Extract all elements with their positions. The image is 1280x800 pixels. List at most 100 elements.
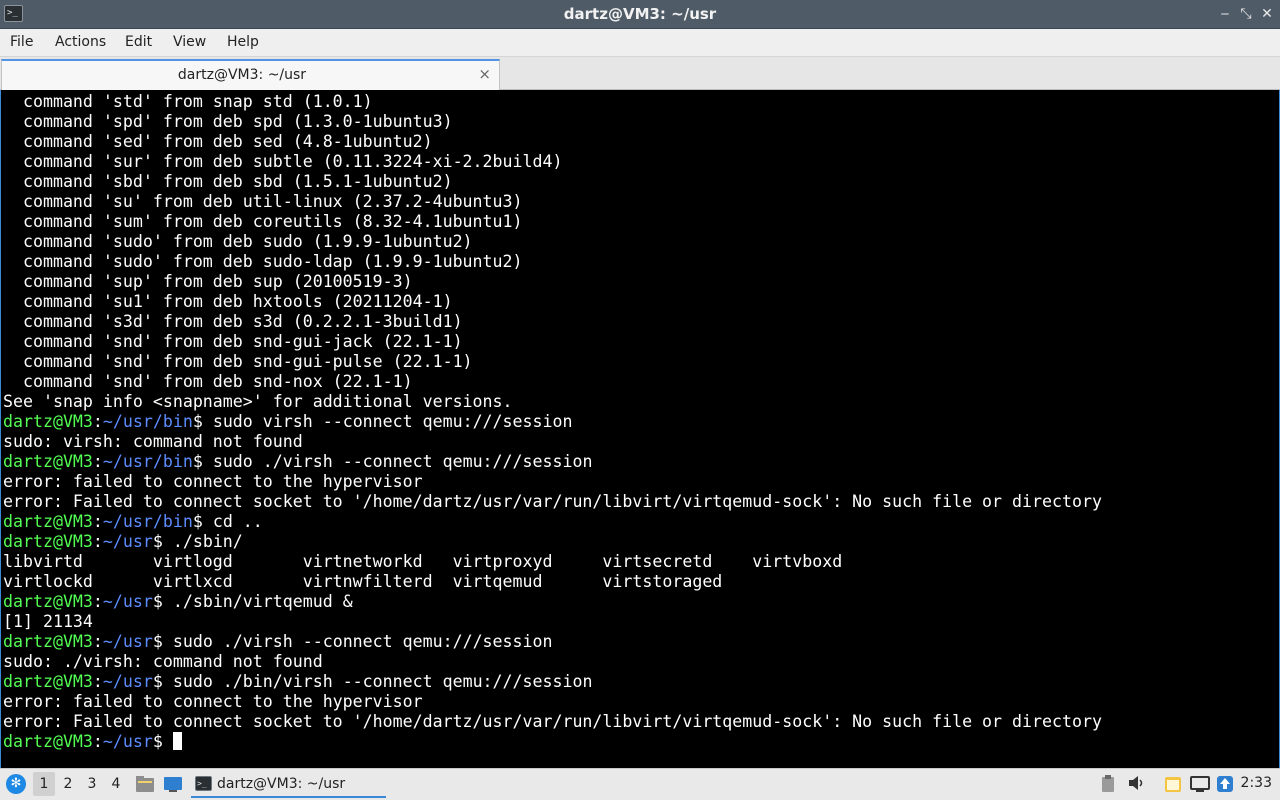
prompt-separator: : (92, 732, 103, 751)
window-titlebar: >_ dartz@VM3: ~/usr ‒ ⤡ ✕ (0, 0, 1280, 29)
terminal-output-line: command 'sudo' from deb sudo (1.9.9-1ubu… (3, 232, 473, 251)
update-notifier-icon[interactable] (1215, 775, 1235, 795)
prompt-path: ~/usr (102, 592, 153, 611)
prompt-path: ~/usr/bin (102, 512, 193, 531)
terminal-output-line: error: Failed to connect socket to '/hom… (3, 492, 1102, 511)
tab-close-icon[interactable]: × (478, 65, 491, 83)
prompt-command: $ (152, 732, 173, 751)
start-menu-icon[interactable]: ✻ (6, 774, 26, 794)
show-desktop-icon[interactable] (163, 775, 183, 793)
prompt-separator: : (92, 592, 103, 611)
prompt-path: ~/usr/bin (102, 412, 193, 431)
terminal-output-line: command 'snd' from deb snd-gui-jack (22.… (3, 332, 463, 351)
minimize-button[interactable]: ‒ (1215, 4, 1235, 24)
volume-icon[interactable] (1126, 775, 1146, 795)
clock: 2:33 (1240, 775, 1272, 791)
menu-help[interactable]: Help (227, 34, 259, 50)
terminal-output-line: command 'spd' from deb spd (1.3.0-1ubunt… (3, 112, 453, 131)
taskbar: ✻ 1 2 3 4 >_ dartz@VM3: ~/usr 2:33 (0, 768, 1280, 800)
prompt-command: $ sudo ./virsh --connect qemu:///session (152, 632, 553, 651)
terminal-prompt-line: dartz@VM3:~/usr$ ./sbin/virtqemud & (3, 592, 1102, 612)
terminal-prompt-line: dartz@VM3:~/usr$ ./sbin/ (3, 532, 1102, 552)
terminal-prompt-line: dartz@VM3:~/usr/bin$ cd .. (3, 512, 1102, 532)
workspace-3[interactable]: 3 (81, 772, 103, 796)
close-button[interactable]: ✕ (1257, 4, 1277, 24)
taskbar-task-terminal[interactable]: >_ dartz@VM3: ~/usr (191, 772, 386, 798)
window-title: dartz@VM3: ~/usr (563, 5, 717, 23)
terminal-output-line: sudo: ./virsh: command not found (3, 652, 323, 671)
tab-label: dartz@VM3: ~/usr (177, 67, 307, 83)
prompt-separator: : (92, 672, 103, 691)
notes-icon[interactable] (1163, 775, 1183, 795)
terminal-output-line: See 'snap info <snapname>' for additiona… (3, 392, 513, 411)
prompt-command: $ sudo ./bin/virsh --connect qemu:///ses… (152, 672, 593, 691)
terminal-output-line: error: Failed to connect socket to '/hom… (3, 712, 1102, 731)
terminal-output-line: command 'su' from deb util-linux (2.37.2… (3, 192, 523, 211)
prompt-user: dartz@VM3 (3, 732, 93, 751)
terminal-output-line: command 'sbd' from deb sbd (1.5.1-1ubunt… (3, 172, 453, 191)
prompt-separator: : (92, 512, 103, 531)
terminal-prompt-line: dartz@VM3:~/usr$ sudo ./bin/virsh --conn… (3, 672, 1102, 692)
terminal-output-line: [1] 21134 (3, 612, 93, 631)
network-icon[interactable] (1190, 775, 1210, 795)
prompt-command: $ ./sbin/ (152, 532, 243, 551)
terminal-output-line: libvirtd virtlogd virtnetworkd virtproxy… (3, 552, 843, 571)
terminal-prompt-line: dartz@VM3:~/usr$ sudo ./virsh --connect … (3, 632, 1102, 652)
terminal-output-line: error: failed to connect to the hypervis… (3, 472, 423, 491)
terminal-output-line: error: failed to connect to the hypervis… (3, 692, 423, 711)
terminal-output-line: command 'sudo' from deb sudo-ldap (1.9.9… (3, 252, 523, 271)
workspace-2[interactable]: 2 (57, 772, 79, 796)
prompt-command: $ sudo virsh --connect qemu:///session (192, 412, 573, 431)
prompt-path: ~/usr (102, 532, 153, 551)
menu-edit[interactable]: Edit (125, 34, 152, 50)
terminal-view[interactable]: command 'std' from snap std (1.0.1) comm… (0, 90, 1280, 768)
menu-actions[interactable]: Actions (55, 34, 106, 50)
prompt-path: ~/usr (102, 672, 153, 691)
task-label: dartz@VM3: ~/usr (217, 776, 346, 792)
terminal-output-line: command 'sum' from deb coreutils (8.32-4… (3, 212, 523, 231)
terminal-icon: >_ (195, 776, 212, 791)
workspace-4[interactable]: 4 (105, 772, 127, 796)
prompt-command: $ ./sbin/virtqemud & (152, 592, 353, 611)
terminal-output-line: virtlockd virtlxcd virtnwfilterd virtqem… (3, 572, 723, 591)
prompt-user: dartz@VM3 (3, 452, 93, 471)
prompt-user: dartz@VM3 (3, 412, 93, 431)
menu-view[interactable]: View (173, 34, 206, 50)
terminal-prompt-line: dartz@VM3:~/usr/bin$ sudo virsh --connec… (3, 412, 1102, 432)
menu-file[interactable]: File (10, 34, 33, 50)
terminal-output-line: command 'sur' from deb subtle (0.11.3224… (3, 152, 563, 171)
prompt-separator: : (92, 632, 103, 651)
prompt-command: $ cd .. (192, 512, 263, 531)
clipboard-icon[interactable] (1098, 775, 1118, 795)
workspace-1[interactable]: 1 (33, 772, 55, 796)
terminal-output: command 'std' from snap std (1.0.1) comm… (3, 92, 1102, 752)
terminal-output-line: command 'snd' from deb snd-gui-pulse (22… (3, 352, 473, 371)
prompt-user: dartz@VM3 (3, 512, 93, 531)
text-cursor (172, 732, 182, 750)
prompt-separator: : (92, 452, 103, 471)
menu-bar: File Actions Edit View Help (0, 29, 1280, 57)
prompt-separator: : (92, 412, 103, 431)
terminal-output-line: command 's3d' from deb s3d (0.2.2.1-3bui… (3, 312, 463, 331)
terminal-output-line: command 'sup' from deb sup (20100519-3) (3, 272, 413, 291)
terminal-output-line: command 'sed' from deb sed (4.8-1ubuntu2… (3, 132, 433, 151)
terminal-output-line: command 'snd' from deb snd-nox (22.1-1) (3, 372, 413, 391)
terminal-output-line: command 'su1' from deb hxtools (20211204… (3, 292, 453, 311)
terminal-output-line: sudo: virsh: command not found (3, 432, 303, 451)
file-manager-icon[interactable] (135, 775, 155, 793)
prompt-path: ~/usr (102, 732, 153, 751)
prompt-command: $ sudo ./virsh --connect qemu:///session (192, 452, 593, 471)
prompt-path: ~/usr/bin (102, 452, 193, 471)
prompt-path: ~/usr (102, 632, 153, 651)
terminal-prompt-line: dartz@VM3:~/usr$ (3, 732, 1102, 752)
tab-bar: dartz@VM3: ~/usr × (0, 57, 1280, 90)
prompt-user: dartz@VM3 (3, 672, 93, 691)
prompt-user: dartz@VM3 (3, 532, 93, 551)
tab-terminal[interactable]: dartz@VM3: ~/usr × (1, 59, 500, 90)
prompt-user: dartz@VM3 (3, 632, 93, 651)
maximize-button[interactable]: ⤡ (1236, 4, 1256, 24)
terminal-prompt-line: dartz@VM3:~/usr/bin$ sudo ./virsh --conn… (3, 452, 1102, 472)
prompt-user: dartz@VM3 (3, 592, 93, 611)
terminal-output-line: command 'std' from snap std (1.0.1) (3, 92, 373, 111)
prompt-separator: : (92, 532, 103, 551)
